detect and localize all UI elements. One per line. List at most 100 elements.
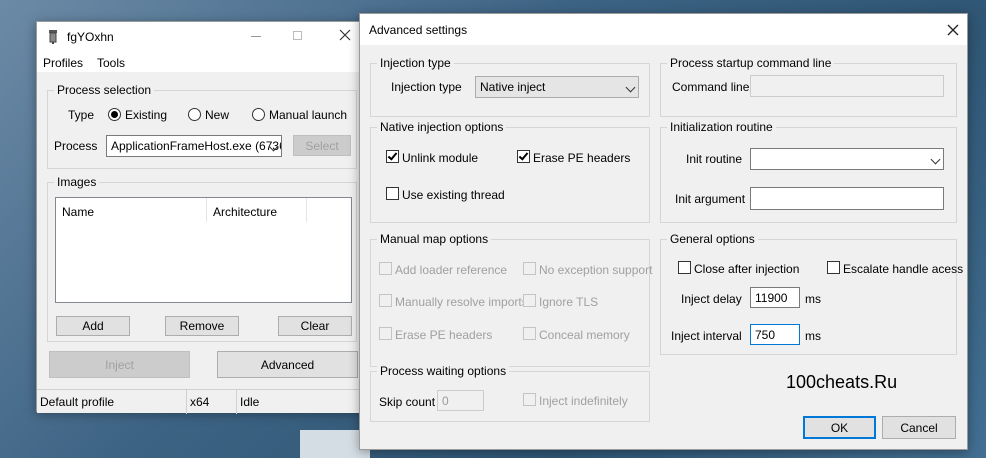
main-titlebar: fgYOxhn xyxy=(37,22,364,52)
column-header-architecture[interactable]: Architecture xyxy=(207,198,307,222)
column-header-name[interactable]: Name xyxy=(56,198,207,222)
native-injection-group: Native injection options Unlink module E… xyxy=(370,120,650,223)
status-bar: Default profile x64 Idle xyxy=(37,389,364,414)
init-routine-combo[interactable] xyxy=(750,148,944,170)
select-button[interactable]: Select xyxy=(293,135,351,156)
dialog-title: Advanced settings xyxy=(369,23,468,37)
use-existing-thread-checkbox[interactable] xyxy=(386,187,399,200)
injection-type-combo[interactable]: Native inject xyxy=(475,76,639,98)
process-selection-group: Process selection Type Existing New Manu… xyxy=(47,83,357,169)
injection-type-value: Native inject xyxy=(480,80,546,94)
init-argument-label: Init argument xyxy=(675,192,746,206)
process-combo-value: ApplicationFrameHost.exe (6736) xyxy=(111,139,282,153)
conceal-memory-label[interactable]: Conceal memory xyxy=(539,328,630,342)
init-argument-field[interactable] xyxy=(750,187,944,210)
images-group: Images Name Architecture Add Remove Clea… xyxy=(47,175,357,342)
general-options-title: General options xyxy=(667,232,758,246)
inject-button[interactable]: Inject xyxy=(49,351,190,378)
startup-cmd-group: Process startup command line Command lin… xyxy=(660,56,957,117)
close-after-injection-checkbox[interactable] xyxy=(678,261,691,274)
manual-map-group: Manual map options Add loader reference … xyxy=(370,232,652,367)
close-icon[interactable] xyxy=(339,28,351,42)
radio-existing-label[interactable]: Existing xyxy=(125,108,167,122)
inject-indefinitely-checkbox[interactable] xyxy=(523,393,536,406)
init-routine-label: Init routine xyxy=(686,152,743,166)
chevron-down-icon xyxy=(930,154,941,165)
skip-count-field[interactable]: 0 xyxy=(437,390,484,411)
no-exception-support-checkbox[interactable] xyxy=(523,262,536,275)
escalate-handle-access-label[interactable]: Escalate handle acess xyxy=(843,262,963,276)
main-window: fgYOxhn Profiles Tools Process selection… xyxy=(36,21,365,414)
init-routine-title: Initialization routine xyxy=(667,120,776,134)
status-profile: Default profile xyxy=(37,390,187,414)
inject-delay-field[interactable]: 11900 xyxy=(750,287,800,308)
inject-delay-label: Inject delay xyxy=(681,292,742,306)
maximize-icon[interactable] xyxy=(293,31,302,40)
inject-interval-label: Inject interval xyxy=(671,329,742,343)
unlink-module-checkbox[interactable] xyxy=(386,150,399,163)
add-button[interactable]: Add xyxy=(56,316,130,336)
main-window-title: fgYOxhn xyxy=(67,30,114,44)
radio-existing[interactable] xyxy=(108,108,121,121)
conceal-memory-checkbox[interactable] xyxy=(523,327,536,340)
use-existing-thread-label[interactable]: Use existing thread xyxy=(402,188,505,202)
skip-count-label: Skip count xyxy=(379,395,436,409)
column-name-label: Name xyxy=(62,205,95,219)
process-waiting-group: Process waiting options Skip count 0 Inj… xyxy=(370,364,650,422)
erase-pe-headers-label[interactable]: Erase PE headers xyxy=(533,151,630,165)
menu-tools[interactable]: Tools xyxy=(97,56,125,70)
advanced-settings-dialog: Advanced settings Injection type Injecti… xyxy=(359,13,968,450)
mm-erase-pe-headers-label[interactable]: Erase PE headers xyxy=(395,328,492,342)
images-title: Images xyxy=(54,175,100,189)
erase-pe-headers-checkbox[interactable] xyxy=(517,150,530,163)
command-line-field[interactable] xyxy=(750,75,944,97)
mm-erase-pe-headers-checkbox[interactable] xyxy=(379,327,392,340)
unlink-module-label[interactable]: Unlink module xyxy=(402,151,478,165)
minimize-icon[interactable] xyxy=(251,36,261,37)
manual-map-title: Manual map options xyxy=(377,232,492,246)
radio-manual-launch[interactable] xyxy=(252,108,265,121)
clear-button[interactable]: Clear xyxy=(278,316,352,336)
process-selection-title: Process selection xyxy=(54,83,155,97)
close-icon[interactable] xyxy=(947,23,959,37)
ok-button[interactable]: OK xyxy=(803,416,876,439)
watermark-text: 100cheats.Ru xyxy=(786,372,898,392)
column-architecture-label: Architecture xyxy=(213,205,278,219)
advanced-button[interactable]: Advanced xyxy=(217,351,358,378)
startup-cmd-title: Process startup command line xyxy=(667,56,835,70)
radio-new[interactable] xyxy=(188,108,201,121)
inject-interval-field[interactable]: 750 xyxy=(750,324,800,345)
images-list[interactable]: Name Architecture xyxy=(55,197,352,303)
manually-resolve-imports-checkbox[interactable] xyxy=(379,294,392,307)
status-state: Idle xyxy=(240,395,260,409)
no-exception-support-label[interactable]: No exception support xyxy=(539,263,652,277)
manually-resolve-imports-label[interactable]: Manually resolve imports xyxy=(395,295,528,309)
status-arch: x64 xyxy=(187,390,237,414)
radio-new-label[interactable]: New xyxy=(205,108,229,122)
process-label: Process xyxy=(54,139,98,153)
chevron-down-icon xyxy=(625,82,636,93)
inject-delay-unit: ms xyxy=(805,292,821,306)
process-waiting-title: Process waiting options xyxy=(377,364,510,378)
inject-indefinitely-label[interactable]: Inject indefinitely xyxy=(539,394,628,408)
cancel-button[interactable]: Cancel xyxy=(882,416,956,439)
menu-profiles[interactable]: Profiles xyxy=(43,56,83,70)
menu-bar: Profiles Tools xyxy=(37,52,364,72)
remove-button[interactable]: Remove xyxy=(165,316,239,336)
init-routine-group: Initialization routine Init routine Init… xyxy=(660,120,957,223)
add-loader-reference-label[interactable]: Add loader reference xyxy=(395,263,507,277)
add-loader-reference-checkbox[interactable] xyxy=(379,262,392,275)
ignore-tls-checkbox[interactable] xyxy=(523,294,536,307)
escalate-handle-access-checkbox[interactable] xyxy=(827,261,840,274)
close-after-injection-label[interactable]: Close after injection xyxy=(694,262,799,276)
injection-type-group: Injection type Injection type Native inj… xyxy=(370,56,650,117)
inject-interval-unit: ms xyxy=(805,329,821,343)
dialog-titlebar: Advanced settings xyxy=(360,14,967,45)
command-line-label: Command line xyxy=(672,80,750,94)
ignore-tls-label[interactable]: Ignore TLS xyxy=(539,295,598,309)
process-combo[interactable]: ApplicationFrameHost.exe (6736) xyxy=(106,135,282,157)
general-options-group: General options Close after injection Es… xyxy=(660,232,963,355)
injection-type-label: Injection type xyxy=(391,80,462,94)
radio-manual-launch-label[interactable]: Manual launch xyxy=(269,108,347,122)
type-label: Type xyxy=(68,108,95,122)
